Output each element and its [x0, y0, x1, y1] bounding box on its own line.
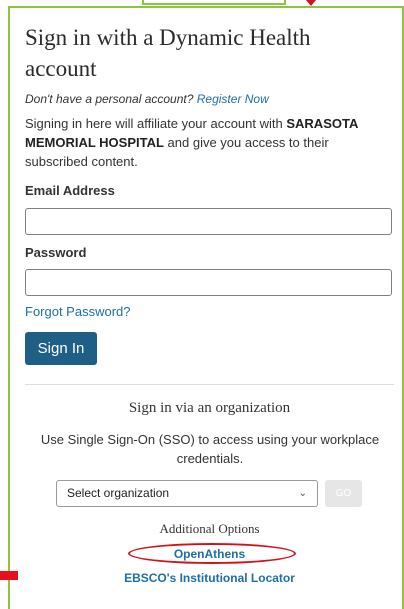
annotation-marker	[0, 571, 18, 580]
forgot-password-link[interactable]: Forgot Password?	[25, 304, 131, 319]
affiliation-text-start: Signing in here will affiliate your acco…	[25, 116, 283, 131]
email-field[interactable]	[25, 208, 392, 235]
go-button[interactable]: GO	[325, 480, 362, 507]
register-now-link[interactable]: Register Now	[197, 92, 269, 106]
sso-description: Use Single Sign-On (SSO) to access using…	[40, 432, 380, 466]
page-title: Sign in with a Dynamic Health account	[25, 25, 311, 81]
affiliation-notice: Signing in here will affiliate your acco…	[25, 114, 387, 171]
password-field[interactable]	[25, 269, 392, 296]
organization-heading: Sign in via an organization	[128, 400, 291, 416]
chevron-down-icon: ⌄	[298, 488, 307, 499]
password-label: Password	[25, 245, 87, 260]
no-account-line: Don't have a personal account? Register …	[25, 92, 269, 106]
email-label: Email Address	[25, 183, 115, 198]
organization-select-value: Select organization	[67, 486, 170, 500]
no-account-text: Don't have a personal account?	[25, 92, 194, 106]
annotation-circle	[128, 543, 296, 564]
section-divider	[25, 384, 394, 385]
organization-select[interactable]: Select organization ⌄	[56, 480, 318, 507]
top-tab-outline	[142, 0, 286, 5]
institutional-locator-link[interactable]: EBSCO's Institutional Locator	[25, 571, 394, 585]
additional-options-heading: Additional Options	[159, 521, 260, 536]
sign-in-button[interactable]: Sign In	[25, 332, 97, 365]
